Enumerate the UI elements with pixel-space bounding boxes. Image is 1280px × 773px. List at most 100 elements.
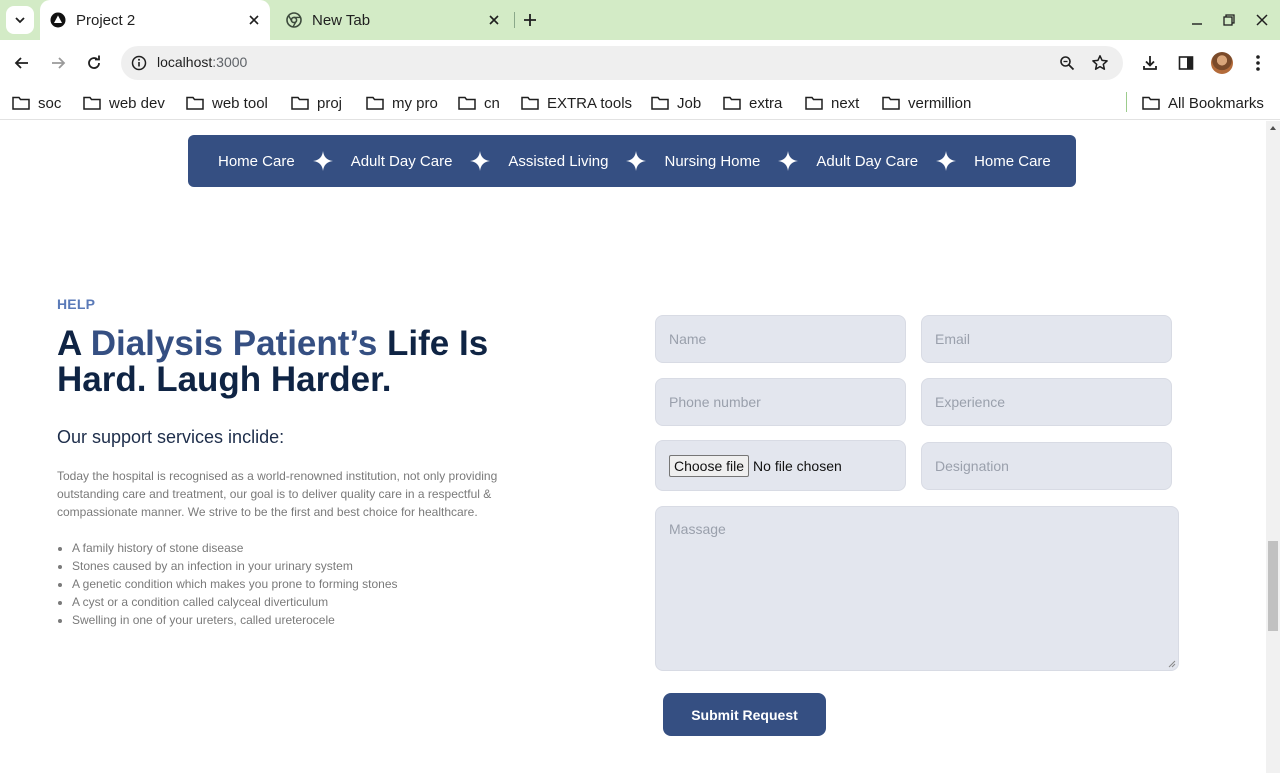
bookmark-folder[interactable]: cn [458,91,500,115]
list-item: A genetic condition which makes you pron… [72,575,398,593]
experience-field-wrapper [921,378,1172,426]
name-field-wrapper [655,315,906,363]
arrow-right-icon [52,57,66,69]
back-button[interactable] [10,51,34,75]
submit-request-button[interactable]: Submit Request [663,693,826,736]
folder-icon [458,96,476,110]
folder-icon [12,96,30,110]
folder-icon [805,96,823,110]
app-favicon-icon [50,12,66,28]
restore-button[interactable] [1219,10,1239,30]
close-icon [1256,14,1268,26]
bookmark-folder[interactable]: extra [723,91,782,115]
bookmark-folder[interactable]: soc [12,91,61,115]
list-item: A family history of stone disease [72,539,398,557]
bookmark-label: next [831,94,860,112]
phone-input[interactable] [669,394,892,410]
zoom-icon[interactable] [1057,53,1077,73]
scrollbar-thumb[interactable] [1268,541,1278,631]
list-item: Swelling in one of your ureters, called … [72,611,398,629]
bookmark-label: web tool [212,94,268,112]
services-subheading: Our support services inclide: [57,427,285,447]
page-content: Home Care Adult Day Care Assisted Living… [0,121,1266,773]
message-field-wrapper [655,506,1179,671]
url-host: localhost [157,54,213,70]
bookmark-folder[interactable]: my pro [366,91,438,115]
file-status-text: No file chosen [753,457,842,474]
bookmark-folder[interactable]: proj [291,91,342,115]
bookmark-label: web dev [109,94,165,112]
marquee-item: Home Care [218,152,295,170]
bookmark-label: my pro [392,94,438,112]
tab-project-2[interactable]: Project 2 [40,0,270,40]
headline-part: A [57,324,91,363]
headline-accent: Dialysis Patient’s [90,324,378,363]
minimize-icon [1192,23,1202,25]
close-tab-icon[interactable] [484,10,504,30]
address-bar[interactable]: localhost:3000 [121,46,1123,80]
scroll-up-arrow-icon[interactable] [1269,124,1277,132]
folder-icon [1142,96,1160,110]
downloads-button[interactable] [1138,51,1162,75]
name-input[interactable] [669,331,892,347]
close-tab-icon[interactable] [244,10,264,30]
profile-avatar[interactable] [1211,52,1233,74]
all-bookmarks-button[interactable]: All Bookmarks [1142,91,1264,115]
resize-handle-icon[interactable] [1168,660,1176,668]
folder-icon [83,96,101,110]
sparkle-icon [936,151,957,171]
bookmark-label: cn [484,94,500,112]
bookmark-label: vermillion [908,94,972,112]
folder-icon [521,96,539,110]
bookmark-folder[interactable]: EXTRA tools [521,91,632,115]
page-scrollbar[interactable] [1266,121,1280,773]
menu-button[interactable] [1246,51,1270,75]
restore-icon [1223,14,1235,26]
bookmark-folder[interactable]: web tool [186,91,268,115]
message-textarea[interactable] [669,521,1165,656]
choose-file-button[interactable]: Choose file [669,454,750,477]
folder-icon [291,96,309,110]
forward-button[interactable] [46,51,70,75]
tab-divider [514,12,515,28]
site-info-icon[interactable] [129,53,149,73]
marquee-item: Adult Day Care [816,152,919,170]
page-headline: A Dialysis Patient’s Life Is Hard. Laugh… [57,326,577,398]
designation-field-wrapper [921,442,1172,490]
tab-new-tab[interactable]: New Tab [278,0,510,40]
tab-search-button[interactable] [6,6,34,34]
sparkle-icon [470,151,491,171]
sparkle-icon [626,151,647,171]
bookmark-folder[interactable]: web dev [83,91,165,115]
close-window-button[interactable] [1252,10,1272,30]
side-panel-icon [1178,56,1194,70]
bookmark-folder[interactable]: next [805,91,859,115]
folder-icon [723,96,741,110]
bookmarks-bar: soc web dev web tool proj my pro cn EXTR… [0,86,1280,120]
bookmark-folder[interactable]: vermillion [882,91,971,115]
plus-icon [524,14,536,26]
chevron-down-icon [15,17,25,24]
url-text[interactable]: localhost:3000 [157,54,247,70]
minimize-button[interactable] [1187,10,1207,30]
tab-title: New Tab [312,11,371,29]
services-marquee: Home Care Adult Day Care Assisted Living… [188,135,1076,187]
marquee-item: Nursing Home [664,152,761,170]
email-input[interactable] [935,331,1158,347]
new-tab-button[interactable] [520,10,540,30]
folder-icon [366,96,384,110]
kebab-menu-icon [1256,55,1260,71]
reload-button[interactable] [82,51,106,75]
designation-input[interactable] [935,458,1158,474]
marquee-item: Home Care [974,152,1051,170]
experience-input[interactable] [935,394,1158,410]
side-panel-button[interactable] [1174,51,1198,75]
bookmark-label: extra [749,94,783,112]
bookmark-folder[interactable]: Job [651,91,701,115]
intro-paragraph: Today the hospital is recognised as a wo… [57,469,498,519]
phone-field-wrapper [655,378,906,426]
file-upload-field: Choose file No file chosen [655,440,906,491]
bookmarks-divider [1126,92,1127,112]
folder-icon [651,96,669,110]
bookmark-star-icon[interactable] [1090,53,1110,73]
